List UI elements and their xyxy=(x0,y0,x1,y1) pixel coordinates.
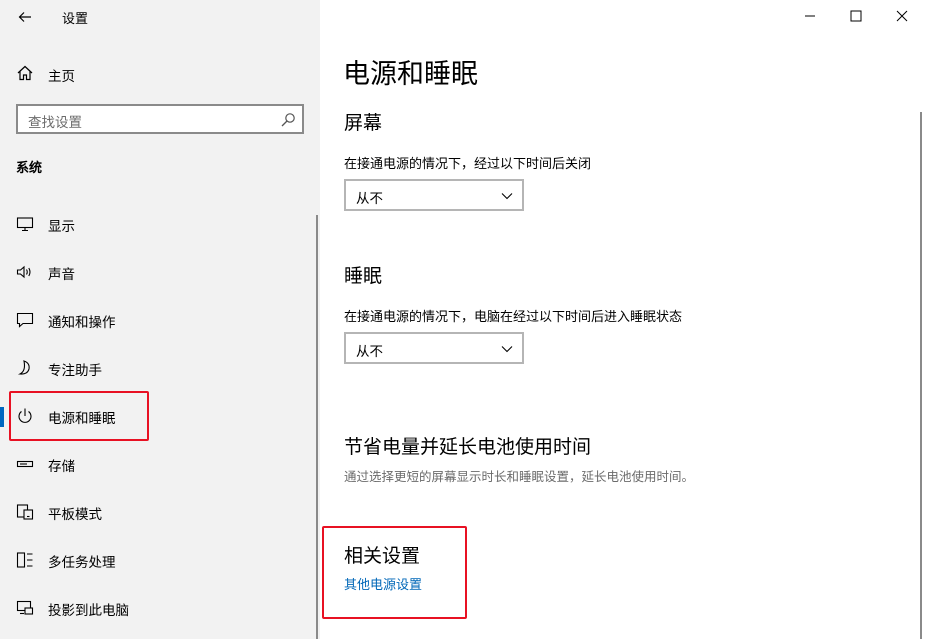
chevron-down-icon xyxy=(501,193,513,200)
sidebar-item-storage[interactable]: 存储 xyxy=(0,447,320,481)
close-icon xyxy=(896,10,908,22)
search-icon[interactable] xyxy=(280,112,296,128)
sleep-description: 在接通电源的情况下，电脑在经过以下时间后进入睡眠状态 xyxy=(344,310,683,325)
sidebar-item-home[interactable]: 主页 xyxy=(0,60,320,86)
speaker-icon xyxy=(16,265,31,279)
chevron-down-icon xyxy=(501,346,513,353)
highlight-box xyxy=(322,526,467,619)
search-placeholder: 查找设置 xyxy=(28,115,82,131)
home-icon xyxy=(17,65,33,81)
battery-description: 通过选择更短的屏幕显示时长和睡眠设置，延长电池使用时间。 xyxy=(344,469,695,484)
notification-icon xyxy=(16,312,34,328)
sidebar-item-sound[interactable]: 声音 xyxy=(0,255,320,289)
back-button[interactable] xyxy=(14,6,36,28)
sidebar-item-label: 显示 xyxy=(48,219,75,235)
main-scrollbar[interactable] xyxy=(920,112,922,639)
display-icon xyxy=(16,217,34,232)
sidebar-item-notifications[interactable]: 通知和操作 xyxy=(0,303,320,337)
sidebar-item-label: 专注助手 xyxy=(48,363,102,379)
sidebar-item-label: 投影到此电脑 xyxy=(48,603,129,619)
minimize-icon xyxy=(805,15,815,17)
window-title: 设置 xyxy=(62,12,89,27)
sidebar-item-focus-assist[interactable]: 专注助手 xyxy=(0,351,320,385)
tablet-icon xyxy=(16,504,34,520)
selection-indicator xyxy=(0,407,4,427)
section-title: 系统 xyxy=(16,161,43,176)
minimize-button[interactable] xyxy=(787,0,833,32)
sleep-heading: 睡眠 xyxy=(344,265,383,287)
screen-timeout-dropdown[interactable]: 从不 xyxy=(344,179,524,211)
sidebar-item-label: 多任务处理 xyxy=(48,555,116,571)
close-button[interactable] xyxy=(879,0,925,32)
multitasking-icon xyxy=(16,552,33,568)
highlight-box xyxy=(9,391,149,441)
sidebar-item-label: 平板模式 xyxy=(48,507,102,523)
page-title: 电源和睡眠 xyxy=(343,59,478,90)
screen-heading: 屏幕 xyxy=(344,112,383,134)
search-input[interactable]: 查找设置 xyxy=(16,104,304,134)
maximize-button[interactable] xyxy=(833,0,879,32)
sidebar-item-tablet-mode[interactable]: 平板模式 xyxy=(0,495,320,529)
sidebar-scrollbar[interactable] xyxy=(316,215,318,639)
storage-icon xyxy=(16,460,34,468)
battery-heading: 节省电量并延长电池使用时间 xyxy=(344,436,592,458)
moon-icon xyxy=(17,360,30,375)
sidebar-item-label: 通知和操作 xyxy=(48,315,116,331)
back-arrow-icon xyxy=(18,12,31,22)
sidebar-item-label: 主页 xyxy=(48,69,75,85)
sidebar-item-project-to-pc[interactable]: 投影到此电脑 xyxy=(0,591,320,625)
dropdown-value: 从不 xyxy=(356,191,383,207)
sidebar-item-label: 声音 xyxy=(48,267,75,283)
sleep-timeout-dropdown[interactable]: 从不 xyxy=(344,332,524,364)
dropdown-value: 从不 xyxy=(356,344,383,360)
sidebar-item-multitasking[interactable]: 多任务处理 xyxy=(0,543,320,577)
sidebar: 设置 主页 查找设置 系统 显示 声音 通知和操作 专注助手 电源和睡眠 存储 … xyxy=(0,0,320,639)
maximize-icon xyxy=(850,10,862,22)
project-icon xyxy=(16,600,34,615)
screen-description: 在接通电源的情况下，经过以下时间后关闭 xyxy=(344,157,592,172)
sidebar-item-label: 存储 xyxy=(48,459,75,475)
sidebar-item-display[interactable]: 显示 xyxy=(0,207,320,241)
